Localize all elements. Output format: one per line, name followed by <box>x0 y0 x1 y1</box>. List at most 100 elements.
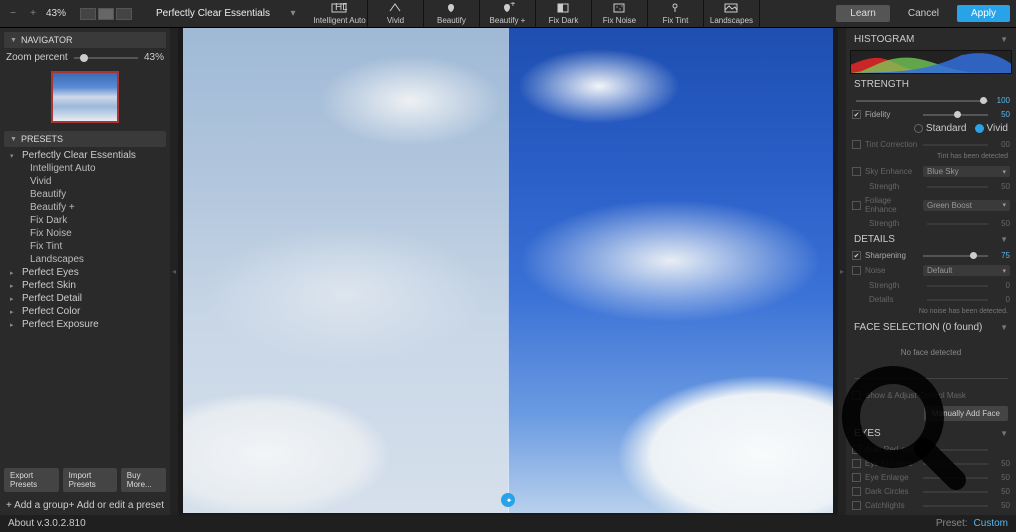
tint-value: 00 <box>992 140 1010 149</box>
about-text[interactable]: About v.3.0.2.810 <box>8 518 86 529</box>
noise-strength-slider[interactable] <box>927 285 988 287</box>
fidelity-value: 50 <box>992 110 1010 119</box>
buy-more-button[interactable]: Buy More... <box>121 468 166 492</box>
histogram-header[interactable]: HISTOGRAM▼ <box>850 32 1012 47</box>
navigator-thumbnail[interactable] <box>51 71 119 123</box>
view-dual[interactable] <box>116 8 132 20</box>
face-selection-header[interactable]: FACE SELECTION (0 found)▼ <box>850 320 1012 335</box>
tool-beautify-plus[interactable]: +Beautify + <box>480 0 536 27</box>
preset-group[interactable]: Perfect Exposure <box>10 318 164 331</box>
sharpening-slider[interactable] <box>923 255 988 257</box>
tool-fix-dark[interactable]: Fix Dark <box>536 0 592 27</box>
apply-button[interactable]: Apply <box>957 5 1010 22</box>
preset-group[interactable]: Perfect Eyes <box>10 266 164 279</box>
zoom-slider[interactable] <box>74 57 138 59</box>
eye-checkbox[interactable] <box>852 445 861 454</box>
add-group-link[interactable]: + Add a group <box>6 500 69 511</box>
preset-group-essentials[interactable]: Perfectly Clear Essentials <box>10 149 164 162</box>
eye-checkbox[interactable] <box>852 473 861 482</box>
zoom-in-icon[interactable]: + <box>26 7 40 21</box>
cancel-button[interactable]: Cancel <box>894 5 953 22</box>
foliage-dropdown[interactable]: Green Boost <box>923 200 1010 211</box>
noise-strength-row: Strength 0 <box>850 280 1012 291</box>
fidelity-slider[interactable] <box>923 114 988 116</box>
preset-item[interactable]: Fix Tint <box>10 240 164 253</box>
current-preset-name[interactable]: Perfectly Clear Essentials <box>156 8 270 19</box>
tool-fix-tint[interactable]: Fix Tint <box>648 0 704 27</box>
eyes-header[interactable]: EYES▼ <box>850 426 1012 441</box>
image-canvas <box>178 28 838 515</box>
strength-slider[interactable] <box>856 100 988 102</box>
preset-footer: + Add a group + Add or edit a preset <box>4 496 166 511</box>
noise-strength-label: Strength <box>869 281 923 290</box>
noise-checkbox[interactable] <box>852 266 861 275</box>
view-split[interactable] <box>98 8 114 20</box>
footer-preset-value[interactable]: Custom <box>974 518 1008 529</box>
export-presets-button[interactable]: Export Presets <box>4 468 59 492</box>
top-toolbar: − + 43% Perfectly Clear Essentials ▾ HDI… <box>0 0 1016 28</box>
right-collapse-grip[interactable]: ▸ <box>838 28 846 515</box>
collapse-icon: ▼ <box>1000 323 1008 332</box>
preset-item[interactable]: Vivid <box>10 175 164 188</box>
tool-vivid[interactable]: Vivid <box>368 0 424 27</box>
eye-checkbox[interactable] <box>852 501 861 510</box>
preset-item[interactable]: Beautify <box>10 188 164 201</box>
main-area: NAVIGATOR Zoom percent 43% PRESETS Perfe… <box>0 28 1016 515</box>
preset-item[interactable]: Beautify + <box>10 201 164 214</box>
noise-label: Noise <box>865 266 919 275</box>
preset-actions: Export Presets Import Presets Buy More..… <box>4 464 166 496</box>
foliage-checkbox[interactable] <box>852 201 861 210</box>
tint-checkbox[interactable] <box>852 140 861 149</box>
preset-item[interactable]: Landscapes <box>10 253 164 266</box>
svg-text:+: + <box>510 2 515 10</box>
preset-item[interactable]: Fix Dark <box>10 214 164 227</box>
split-view[interactable] <box>183 28 833 513</box>
zoom-label: Zoom percent <box>6 52 68 63</box>
learn-button[interactable]: Learn <box>836 5 890 22</box>
presets-header[interactable]: PRESETS <box>4 131 166 147</box>
sky-strength-slider[interactable] <box>927 186 988 188</box>
preset-group[interactable]: Perfect Color <box>10 305 164 318</box>
zoom-out-icon[interactable]: − <box>6 7 20 21</box>
manually-add-face-button[interactable]: Manually Add Face <box>924 406 1008 421</box>
navigator-header[interactable]: NAVIGATOR <box>4 32 166 48</box>
sharpening-value: 75 <box>992 251 1010 260</box>
tool-landscapes[interactable]: Landscapes <box>704 0 760 27</box>
face-none-text: No face detected <box>850 338 1012 367</box>
details-header[interactable]: DETAILS▼ <box>850 232 1012 247</box>
radio-standard[interactable]: Standard <box>914 123 967 134</box>
sky-strength-value: 50 <box>992 182 1010 191</box>
split-handle-icon[interactable] <box>501 493 515 507</box>
face-size-slider[interactable] <box>854 378 1008 379</box>
preset-dropdown-icon[interactable]: ▾ <box>286 7 300 21</box>
radio-vivid[interactable]: Vivid <box>975 123 1009 134</box>
noise-details-slider[interactable] <box>927 299 988 301</box>
noise-dropdown[interactable]: Default <box>923 265 1010 276</box>
eye-row: Auto Red-eye <box>850 444 1012 455</box>
preset-group[interactable]: Perfect Detail <box>10 292 164 305</box>
sharpening-checkbox[interactable] <box>852 251 861 260</box>
left-collapse-grip[interactable]: ◂ <box>170 28 178 515</box>
preset-item[interactable]: Intelligent Auto <box>10 162 164 175</box>
status-footer: About v.3.0.2.810 Preset: Custom <box>0 515 1016 532</box>
face-show-checkbox[interactable] <box>852 391 861 400</box>
preset-group[interactable]: Perfect Skin <box>10 279 164 292</box>
add-preset-link[interactable]: + Add or edit a preset <box>69 500 164 511</box>
import-presets-button[interactable]: Import Presets <box>63 468 117 492</box>
sky-dropdown[interactable]: Blue Sky <box>923 166 1010 177</box>
preset-item[interactable]: Fix Noise <box>10 227 164 240</box>
sky-checkbox[interactable] <box>852 167 861 176</box>
foliage-strength-slider[interactable] <box>927 223 988 225</box>
view-single[interactable] <box>80 8 96 20</box>
histogram-chart <box>850 50 1012 74</box>
fidelity-checkbox[interactable] <box>852 110 861 119</box>
tint-slider[interactable] <box>923 144 988 146</box>
eye-checkbox[interactable] <box>852 459 861 468</box>
tool-fix-noise[interactable]: Fix Noise <box>592 0 648 27</box>
foliage-strength-label: Strength <box>869 219 923 228</box>
noise-details-row: Details 0 <box>850 294 1012 305</box>
tool-beautify[interactable]: Beautify <box>424 0 480 27</box>
split-divider[interactable] <box>508 28 509 513</box>
tool-intelligent-auto[interactable]: HDIntelligent Auto <box>312 0 368 27</box>
eye-checkbox[interactable] <box>852 487 861 496</box>
